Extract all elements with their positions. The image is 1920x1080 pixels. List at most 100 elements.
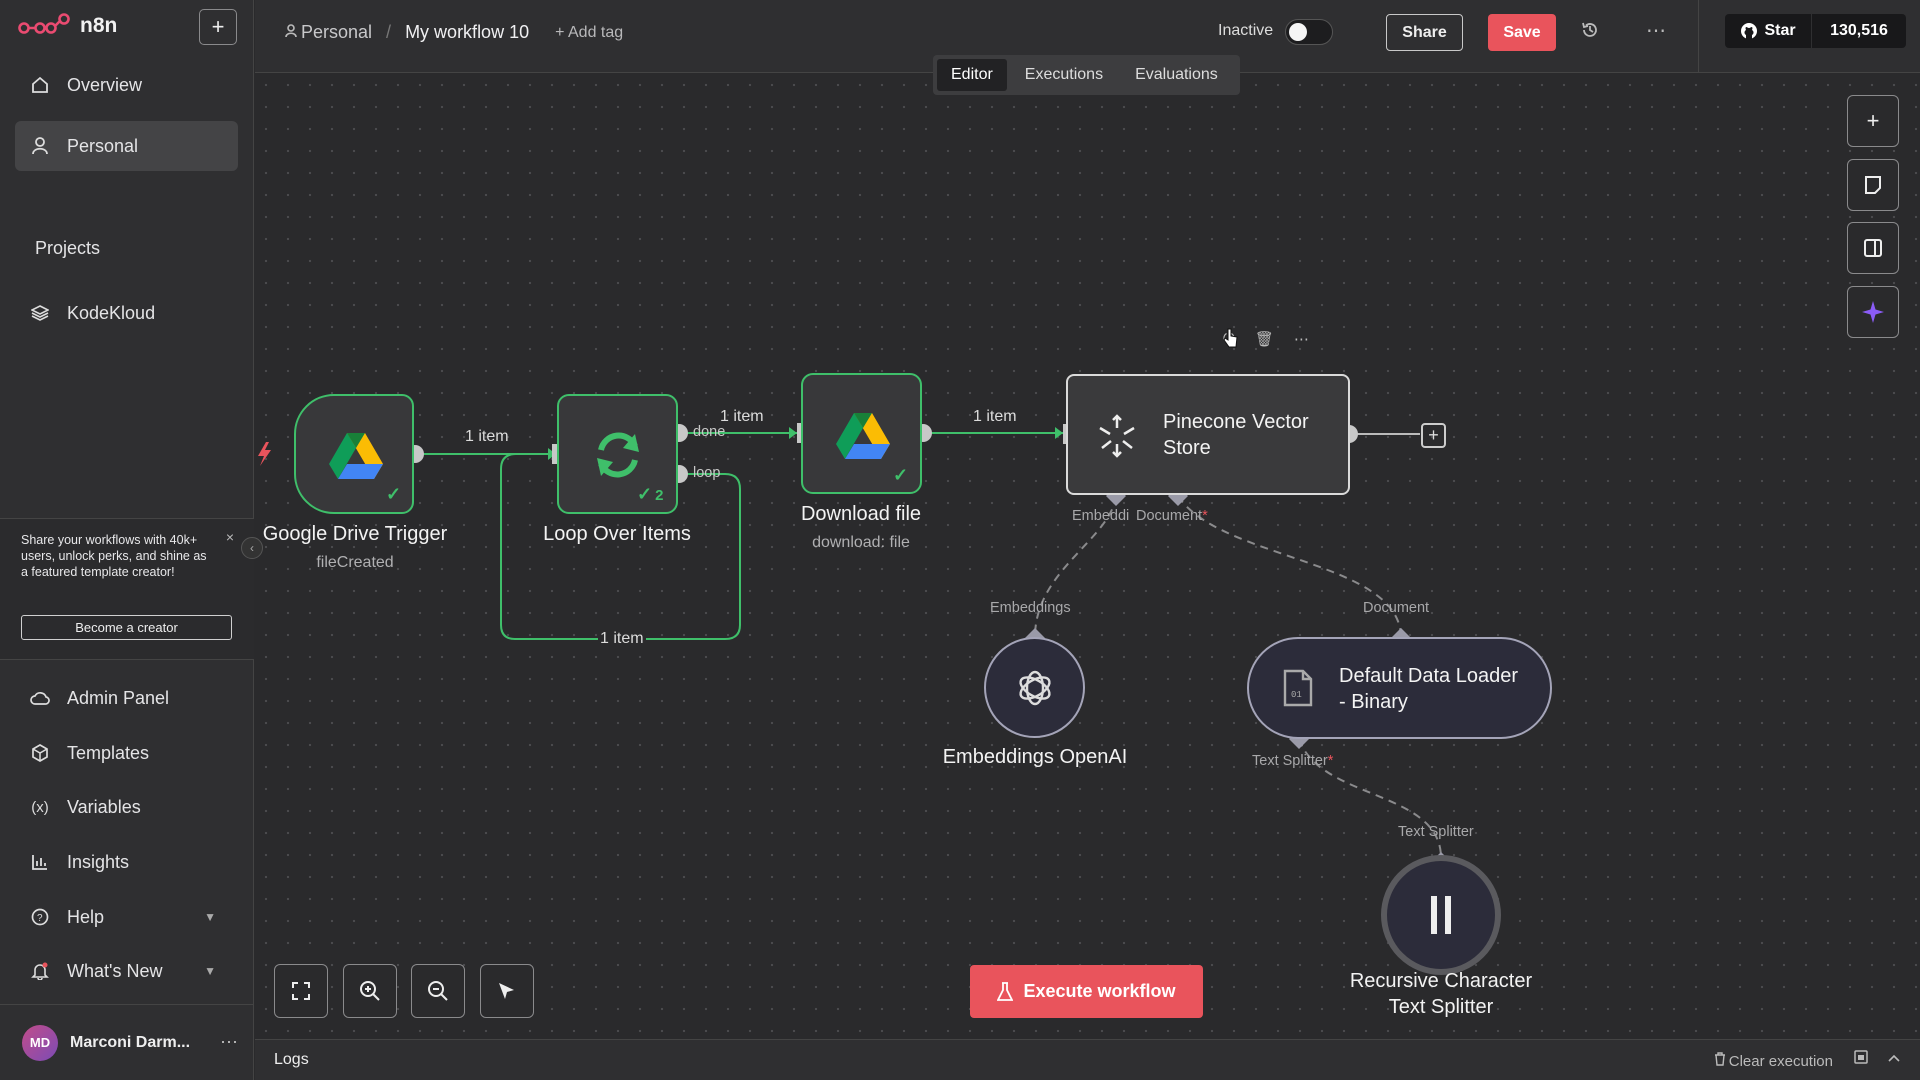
sidebar-item-kodekloud[interactable]: KodeKloud	[15, 288, 238, 338]
sidebar-item-variables[interactable]: (x) Variables	[15, 782, 238, 832]
splitter-port-label: Text Splitter	[1398, 824, 1474, 840]
bell-icon	[29, 960, 51, 982]
sparkle-icon	[1862, 301, 1884, 323]
clear-execution-button[interactable]: Clear execution	[1714, 1052, 1833, 1070]
loader-title: Default Data Loader - Binary	[1339, 665, 1519, 713]
avatar: MD	[22, 1024, 58, 1061]
close-icon[interactable]: ×	[226, 529, 234, 545]
edge-label-download-pinecone: 1 item	[973, 408, 1017, 425]
home-icon	[29, 74, 51, 96]
more-options-icon[interactable]: ⋯	[220, 1032, 238, 1053]
sidebar-item-personal[interactable]: Personal	[15, 121, 238, 171]
history-icon[interactable]	[1581, 21, 1599, 45]
sticky-note-button[interactable]	[1847, 159, 1899, 211]
sticky-note-icon	[1865, 176, 1881, 194]
become-creator-button[interactable]: Become a creator	[21, 615, 232, 640]
sidebar-item-label: Overview	[67, 74, 143, 95]
pinecone-vector-store-node[interactable]: Pinecone Vector Store	[1066, 374, 1350, 495]
save-button[interactable]: Save	[1488, 14, 1556, 51]
trash-icon[interactable]: 🗑	[1255, 330, 1274, 348]
download-file-node[interactable]: ✓	[801, 373, 922, 494]
sidebar: n8n + Overview Personal Projects KodeKlo…	[0, 0, 254, 1080]
sidebar-item-label: Variables	[67, 796, 141, 817]
trigger-subtitle: fileCreated	[316, 554, 394, 571]
recursive-text-splitter-node[interactable]	[1381, 855, 1501, 975]
embeddings-title: Embeddings OpenAI	[942, 746, 1128, 768]
pinecone-embeddings-input-label: Embeddi	[1072, 508, 1130, 524]
chevron-up-icon[interactable]	[1888, 1050, 1900, 1068]
edge-label-trigger-loop: 1 item	[465, 428, 509, 445]
execute-workflow-button[interactable]: Execute workflow	[970, 965, 1203, 1018]
tab-evaluations[interactable]: Evaluations	[1121, 59, 1232, 91]
loop-refresh-icon	[597, 432, 639, 478]
logs-label: Logs	[274, 1051, 309, 1068]
popout-icon[interactable]	[1854, 1050, 1868, 1068]
sidebar-item-insights[interactable]: Insights	[15, 837, 238, 887]
add-tag-link[interactable]: + Add tag	[555, 24, 623, 42]
templates-icon	[29, 742, 51, 764]
app-logo[interactable]: n8n	[18, 10, 117, 42]
variables-icon: (x)	[31, 798, 49, 816]
embeddings-openai-node[interactable]	[984, 637, 1085, 738]
breadcrumb-project[interactable]: Personal	[285, 22, 372, 43]
embeddings-port-label: Embeddings	[990, 600, 1071, 616]
zoom-out-button[interactable]	[411, 964, 465, 1018]
google-drive-trigger-node[interactable]: ✓	[294, 394, 414, 514]
more-options-icon[interactable]: ⋯	[1294, 330, 1309, 348]
fit-view-button[interactable]	[274, 964, 328, 1018]
toggle-panel-button[interactable]	[1847, 222, 1899, 274]
add-node-button[interactable]: +	[1847, 95, 1899, 147]
bar-chart-icon	[29, 851, 51, 873]
svg-text:01: 01	[1291, 690, 1302, 700]
success-check-icon: ✓	[893, 465, 909, 485]
collapse-sidebar-button[interactable]: ‹	[241, 537, 263, 559]
sidebar-item-help[interactable]: ? Help ▼	[15, 892, 238, 942]
sidebar-item-admin-panel[interactable]: Admin Panel	[15, 673, 238, 723]
default-data-loader-node[interactable]: 01 Default Data Loader - Binary	[1247, 637, 1552, 739]
text-splitter-icon	[1431, 896, 1451, 934]
github-icon	[1741, 23, 1758, 39]
workflow-canvas[interactable]	[255, 74, 1920, 1039]
ai-assistant-button[interactable]	[1847, 286, 1899, 338]
activation-toggle[interactable]	[1285, 19, 1333, 45]
sidebar-item-templates[interactable]: Templates	[15, 728, 238, 778]
trigger-title: Google Drive Trigger	[262, 523, 448, 545]
sidebar-item-whats-new[interactable]: What's New ▼	[15, 946, 238, 996]
pinecone-document-input-label: Document*	[1136, 508, 1208, 524]
github-star-count[interactable]: 130,516	[1812, 14, 1906, 48]
chevron-down-icon: ▼	[204, 910, 216, 924]
run-count: 2	[655, 487, 664, 504]
add-next-node-button[interactable]: +	[1421, 423, 1446, 448]
sidebar-item-label: Help	[67, 906, 105, 927]
tab-editor[interactable]: Editor	[937, 59, 1007, 91]
sidebar-item-label: Personal	[67, 135, 139, 156]
workflow-name[interactable]: My workflow 10	[405, 22, 529, 43]
sidebar-item-overview[interactable]: Overview	[15, 60, 238, 110]
sidebar-item-label: Templates	[67, 742, 150, 763]
cloud-icon	[29, 687, 51, 709]
zoom-in-button[interactable]	[343, 964, 397, 1018]
logs-panel-bar[interactable]: Logs Clear execution	[255, 1039, 1920, 1080]
google-drive-icon	[836, 413, 890, 459]
user-menu[interactable]: MD Marconi Darm... ⋯	[0, 1004, 254, 1080]
google-drive-icon	[329, 433, 383, 479]
sidebar-add-button[interactable]: +	[199, 9, 237, 45]
user-icon	[285, 24, 297, 38]
flask-icon	[997, 981, 1014, 1001]
github-star-button[interactable]: Star	[1725, 14, 1811, 48]
loop-loop-label: loop	[693, 465, 721, 481]
loader-splitter-input-label: Text Splitter*	[1252, 753, 1334, 769]
more-options-icon[interactable]: ⋯	[1646, 18, 1666, 43]
breadcrumb: Personal / My workflow 10 + Add tag	[285, 22, 623, 43]
tidy-up-button[interactable]	[480, 964, 534, 1018]
loop-over-items-node[interactable]: ✓ 2	[557, 394, 678, 514]
tab-executions[interactable]: Executions	[1011, 59, 1117, 91]
sidebar-item-label: Insights	[67, 851, 130, 872]
success-check-icon: ✓	[386, 484, 402, 504]
share-button[interactable]: Share	[1386, 14, 1463, 51]
logs-controls	[1854, 1050, 1900, 1068]
download-subtitle: download: file	[812, 534, 910, 551]
layers-icon	[29, 302, 51, 324]
zoom-in-icon	[360, 981, 380, 1001]
success-check-icon: ✓ 2	[637, 484, 664, 504]
